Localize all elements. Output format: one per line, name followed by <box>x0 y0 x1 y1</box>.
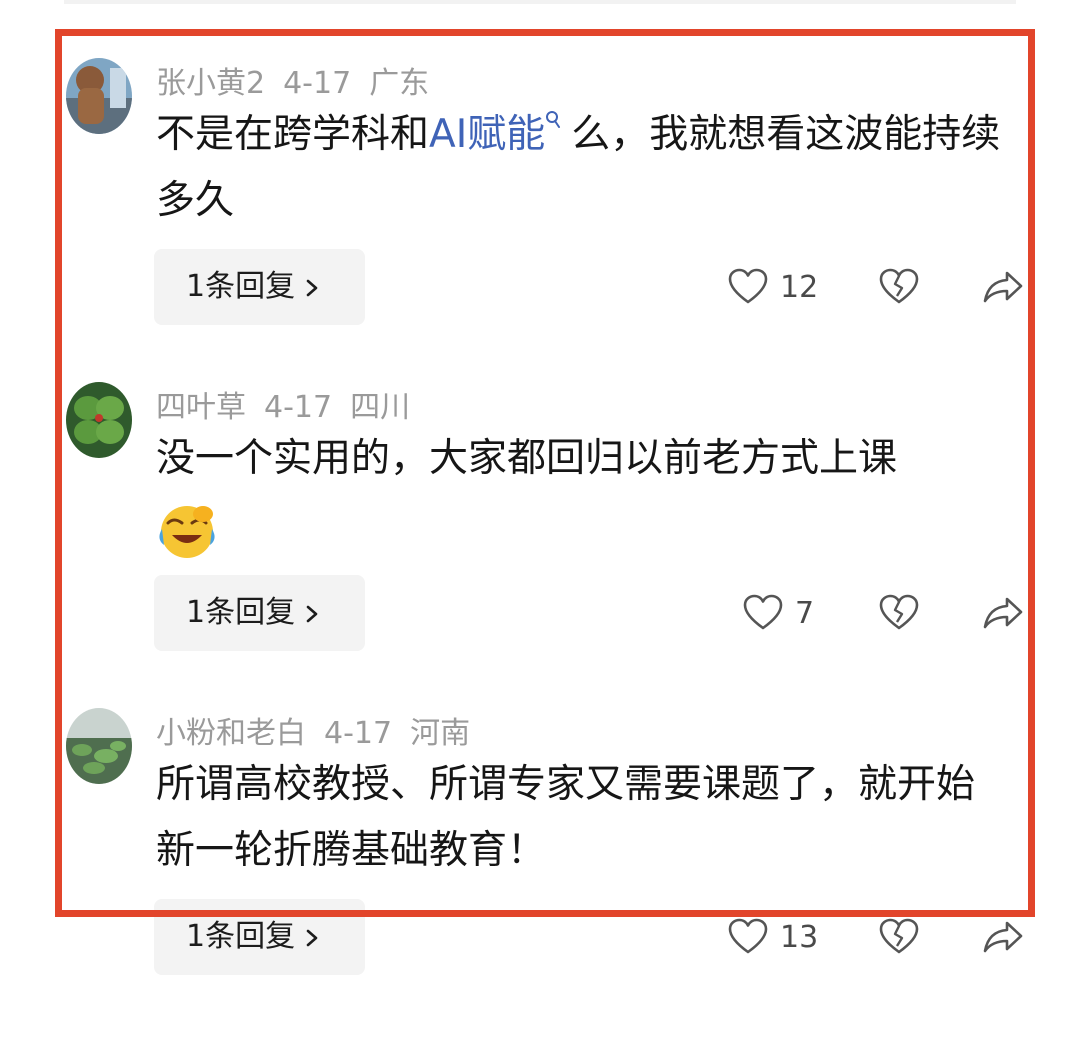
comment-location: 四川 <box>350 390 411 425</box>
comment-text-part: 没一个实用的，大家都回归以前老方式上课 <box>156 436 898 481</box>
comment-text: 所谓高校教授、所谓专家又需要课题了，就开始新一轮折腾基础教育！ <box>156 752 1006 884</box>
like-button[interactable]: 7 <box>743 594 814 632</box>
share-icon <box>983 597 1023 629</box>
comment-text: 不是在跨学科和AI赋能 么，我就想看这波能持续多久 <box>156 102 1026 234</box>
comment-date: 4-17 <box>264 390 333 425</box>
broken-heart-icon <box>879 918 919 954</box>
dislike-button[interactable] <box>879 268 919 306</box>
like-count: 7 <box>795 595 815 631</box>
avatar[interactable] <box>66 58 132 134</box>
username[interactable]: 小粉和老白 <box>156 716 306 751</box>
reply-label: 1条回复 <box>186 269 296 304</box>
like-count: 13 <box>780 919 819 955</box>
laughing-crying-emoji-icon <box>159 505 215 558</box>
reply-label: 1条回复 <box>186 595 296 630</box>
comment-item: 张小黄2 4-17 广东 不是在跨学科和AI赋能 么，我就想看这波能持续多久 1条回复… <box>0 58 1080 388</box>
dislike-button[interactable] <box>879 594 919 632</box>
comment-text: 没一个实用的，大家都回归以前老方式上课 <box>156 426 1006 561</box>
comment-location: 广东 <box>369 66 430 101</box>
broken-heart-icon <box>879 594 919 630</box>
comment-text-part: 不是在跨学科和 <box>156 112 430 157</box>
username[interactable]: 四叶草 <box>156 390 246 425</box>
comment-date: 4-17 <box>283 66 352 101</box>
like-count: 12 <box>780 269 819 305</box>
comment-text-part: 所谓高校教授、所谓专家又需要课题了，就开始新一轮折腾基础教育！ <box>156 762 976 873</box>
share-icon <box>983 921 1023 953</box>
view-replies-button[interactable]: 1条回复 <box>154 899 365 975</box>
view-replies-button[interactable]: 1条回复 <box>154 249 365 325</box>
search-link[interactable]: AI赋能 <box>429 112 545 157</box>
comment-meta: 四叶草 4-17 四川 <box>156 388 428 428</box>
share-button[interactable] <box>983 920 1023 954</box>
share-icon <box>983 271 1023 303</box>
search-icon[interactable] <box>545 110 561 130</box>
chevron-right-icon <box>306 929 318 946</box>
heart-icon <box>728 268 768 304</box>
comment-location: 河南 <box>410 716 471 751</box>
comment-date: 4-17 <box>324 716 393 751</box>
share-button[interactable] <box>983 270 1023 304</box>
heart-icon <box>743 594 783 630</box>
comment-meta: 张小黄2 4-17 广东 <box>156 64 447 104</box>
like-button[interactable]: 12 <box>728 268 818 306</box>
broken-heart-icon <box>879 268 919 304</box>
comment-item: 小粉和老白 4-17 河南 所谓高校教授、所谓专家又需要课题了，就开始新一轮折腾基础… <box>0 708 1080 1038</box>
heart-icon <box>728 918 768 954</box>
avatar[interactable] <box>66 708 132 784</box>
username[interactable]: 张小黄2 <box>156 66 265 101</box>
comment-meta: 小粉和老白 4-17 河南 <box>156 714 488 754</box>
avatar[interactable] <box>66 382 132 458</box>
reply-label: 1条回复 <box>186 919 296 954</box>
like-button[interactable]: 13 <box>728 918 818 956</box>
view-replies-button[interactable]: 1条回复 <box>154 575 365 651</box>
dislike-button[interactable] <box>879 918 919 956</box>
chevron-right-icon <box>306 279 318 296</box>
chevron-right-icon <box>306 605 318 622</box>
share-button[interactable] <box>983 596 1023 630</box>
comment-item: 四叶草 4-17 四川 没一个实用的，大家都回归以前老方式上课 1条回复 7 <box>0 382 1080 712</box>
top-divider <box>64 0 1016 4</box>
